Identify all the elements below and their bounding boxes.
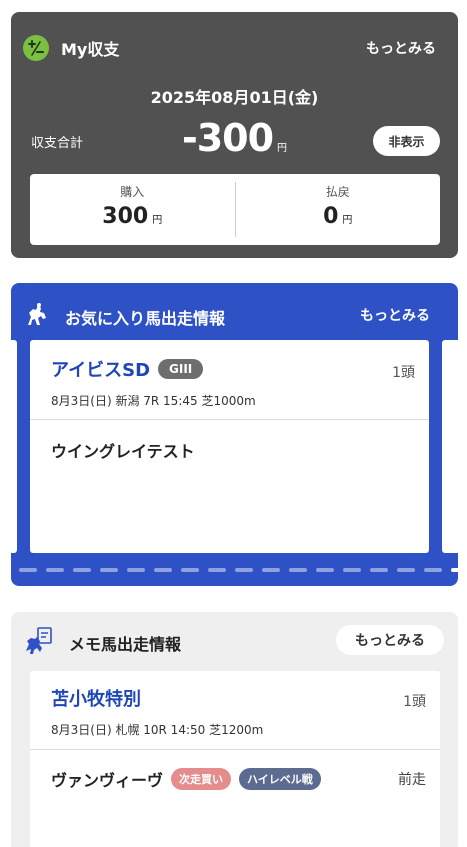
pager-dot[interactable]: [424, 568, 442, 572]
buy-column: 購入 300 円: [30, 174, 235, 245]
pager-dot[interactable]: [397, 568, 415, 572]
carousel-pager[interactable]: [11, 568, 458, 572]
next-card-peek[interactable]: [442, 340, 458, 553]
balance-more-button[interactable]: もっとみる: [366, 38, 436, 58]
pager-dot[interactable]: [262, 568, 280, 572]
favorites-card: お気に入り馬出走情報 もっとみる アイビスSD GIII 1頭 8月3日(日) …: [11, 283, 458, 586]
race-name[interactable]: アイビスSD: [51, 356, 150, 382]
balance-title: My収支: [61, 40, 120, 59]
memo-more-button[interactable]: もっとみる: [336, 625, 444, 655]
plus-minus-icon: [23, 35, 49, 61]
total-value: -300: [181, 116, 274, 160]
race-info: 8月3日(日) 新潟 7R 15:45 芝1000m: [51, 394, 256, 408]
pager-dot[interactable]: [181, 568, 199, 572]
memo-card-section: メモ馬出走情報 もっとみる 苫小牧特別 1頭 8月3日(日) 札幌 10R 14…: [11, 612, 458, 847]
favorites-more-button[interactable]: もっとみる: [360, 305, 430, 325]
favorites-header: お気に入り馬出走情報: [23, 301, 225, 333]
pager-dot[interactable]: [46, 568, 64, 572]
memo-header: メモ馬出走情報: [23, 626, 181, 660]
balance-date: 2025年08月01日(金): [150, 88, 319, 107]
total-unit: 円: [277, 143, 288, 154]
previous-race-label: 前走: [398, 772, 426, 788]
race-info: 8月3日(日) 札幌 10R 14:50 芝1200m: [51, 723, 264, 737]
pager-dot[interactable]: [154, 568, 172, 572]
balance-card: My収支 もっとみる 2025年08月01日(金) 収支合計 -300 円 非表示…: [11, 12, 458, 258]
pager-dot[interactable]: [19, 568, 37, 572]
memo-race-card[interactable]: 苫小牧特別 1頭 8月3日(日) 札幌 10R 14:50 芝1200m ヴァン…: [30, 671, 440, 847]
pager-dot[interactable]: [235, 568, 253, 572]
pager-dot[interactable]: [343, 568, 361, 572]
race-name[interactable]: 苫小牧特別: [51, 685, 141, 711]
pager-dot[interactable]: [127, 568, 145, 572]
race-header: 苫小牧特別 1頭 8月3日(日) 札幌 10R 14:50 芝1200m: [30, 671, 440, 750]
pager-dot[interactable]: [289, 568, 307, 572]
horse-name[interactable]: ヴァンヴィーヴ: [51, 767, 163, 791]
tag-high-level: ハイレベル戦: [239, 768, 321, 790]
tag-next-buy: 次走買い: [171, 768, 232, 790]
memo-title: メモ馬出走情報: [69, 635, 182, 654]
payout-unit: 円: [342, 215, 353, 226]
pager-dot[interactable]: [208, 568, 226, 572]
buy-payout-panel: 購入 300 円 払戻 0円: [30, 174, 440, 245]
memo-horse-icon: [23, 626, 57, 660]
horse-rider-icon: [23, 301, 51, 333]
payout-label: 払戻: [325, 185, 350, 199]
payout-value: 0: [323, 204, 339, 229]
payout-column: 払戻 0円: [236, 174, 441, 245]
horse-count: 1頭: [403, 694, 426, 710]
buy-label: 購入: [120, 185, 145, 199]
horse-count: 1頭: [392, 365, 415, 381]
pager-dot[interactable]: [316, 568, 334, 572]
race-header: アイビスSD GIII 1頭 8月3日(日) 新潟 7R 15:45 芝1000…: [30, 340, 429, 420]
memo-horse-row[interactable]: ヴァンヴィーヴ 次走買い ハイレベル戦: [51, 767, 321, 791]
favorite-race-card[interactable]: アイビスSD GIII 1頭 8月3日(日) 新潟 7R 15:45 芝1000…: [30, 340, 429, 553]
pager-dot[interactable]: [370, 568, 388, 572]
grade-badge: GIII: [158, 359, 204, 379]
pager-dot[interactable]: [100, 568, 118, 572]
pager-dot[interactable]: [451, 568, 458, 572]
balance-header: My収支: [23, 34, 119, 62]
buy-unit: 円: [152, 215, 163, 226]
horse-name[interactable]: ウイングレイテスト: [51, 438, 195, 462]
buy-value: 300: [102, 204, 149, 229]
hide-button[interactable]: 非表示: [373, 126, 440, 156]
pager-dot[interactable]: [73, 568, 91, 572]
favorites-title: お気に入り馬出走情報: [65, 309, 226, 328]
prev-card-peek[interactable]: [11, 340, 17, 553]
